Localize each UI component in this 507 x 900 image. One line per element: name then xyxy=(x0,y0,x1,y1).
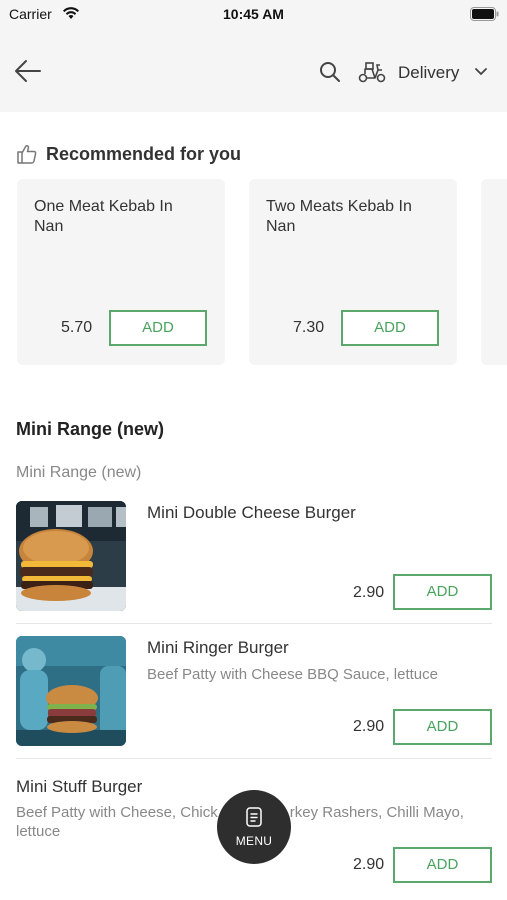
scooter-icon[interactable] xyxy=(357,60,387,84)
section-title: Mini Range (new) xyxy=(16,419,164,439)
add-button[interactable]: ADD xyxy=(109,310,207,346)
recommended-card[interactable]: One Meat Kebab In Nan 5.70 ADD xyxy=(17,179,225,365)
burger-photo xyxy=(16,501,126,611)
menu-item-price: 2.90 xyxy=(353,718,385,735)
menu-item-name: Mini Stuff Burger xyxy=(16,777,143,796)
menu-fab-button[interactable]: MENU xyxy=(217,790,291,864)
clock: 10:45 AM xyxy=(223,6,284,22)
menu-item-price: 2.90 xyxy=(353,584,385,601)
back-arrow-icon[interactable] xyxy=(12,56,44,86)
add-button[interactable]: ADD xyxy=(393,709,492,745)
add-button[interactable]: ADD xyxy=(393,847,492,883)
section-subtitle: Mini Range (new) xyxy=(16,464,142,481)
divider xyxy=(16,623,492,624)
status-bar: Carrier 10:45 AM xyxy=(0,0,507,30)
menu-item-name: Mini Double Cheese Burger xyxy=(147,503,356,522)
thumbs-up-icon xyxy=(17,144,37,164)
menu-fab-label: MENU xyxy=(235,834,273,848)
top-bar: Delivery xyxy=(0,30,507,112)
battery-icon xyxy=(470,7,499,21)
recommended-item-price: 7.30 xyxy=(293,319,325,336)
menu-item-name: Mini Ringer Burger xyxy=(147,638,289,657)
recommended-item-name: One Meat Kebab In Nan xyxy=(34,198,173,235)
menu-item-description: Beef Patty with Cheese BBQ Sauce, lettuc… xyxy=(147,666,438,683)
recommended-item-price: 5.70 xyxy=(61,319,93,336)
menu-book-icon xyxy=(246,807,262,827)
chevron-down-icon[interactable] xyxy=(474,67,488,77)
recommended-item-name: Two Meats Kebab In Nan xyxy=(266,198,412,235)
delivery-mode-label[interactable]: Delivery xyxy=(398,63,459,83)
menu-item-price: 2.90 xyxy=(353,856,385,873)
menu-item[interactable]: Mini Double Cheese Burger 2.90 ADD xyxy=(16,501,492,611)
recommended-card[interactable]: Two Meats Kebab In Nan 7.30 ADD xyxy=(249,179,457,365)
burger-photo xyxy=(16,636,126,746)
recommended-title: Recommended for you xyxy=(46,144,242,164)
add-button[interactable]: ADD xyxy=(341,310,439,346)
recommended-card-partial[interactable] xyxy=(481,179,507,365)
add-button[interactable]: ADD xyxy=(393,574,492,610)
menu-item[interactable]: Mini Ringer Burger Beef Patty with Chees… xyxy=(16,636,492,746)
divider xyxy=(16,758,492,759)
search-icon[interactable] xyxy=(318,60,342,84)
